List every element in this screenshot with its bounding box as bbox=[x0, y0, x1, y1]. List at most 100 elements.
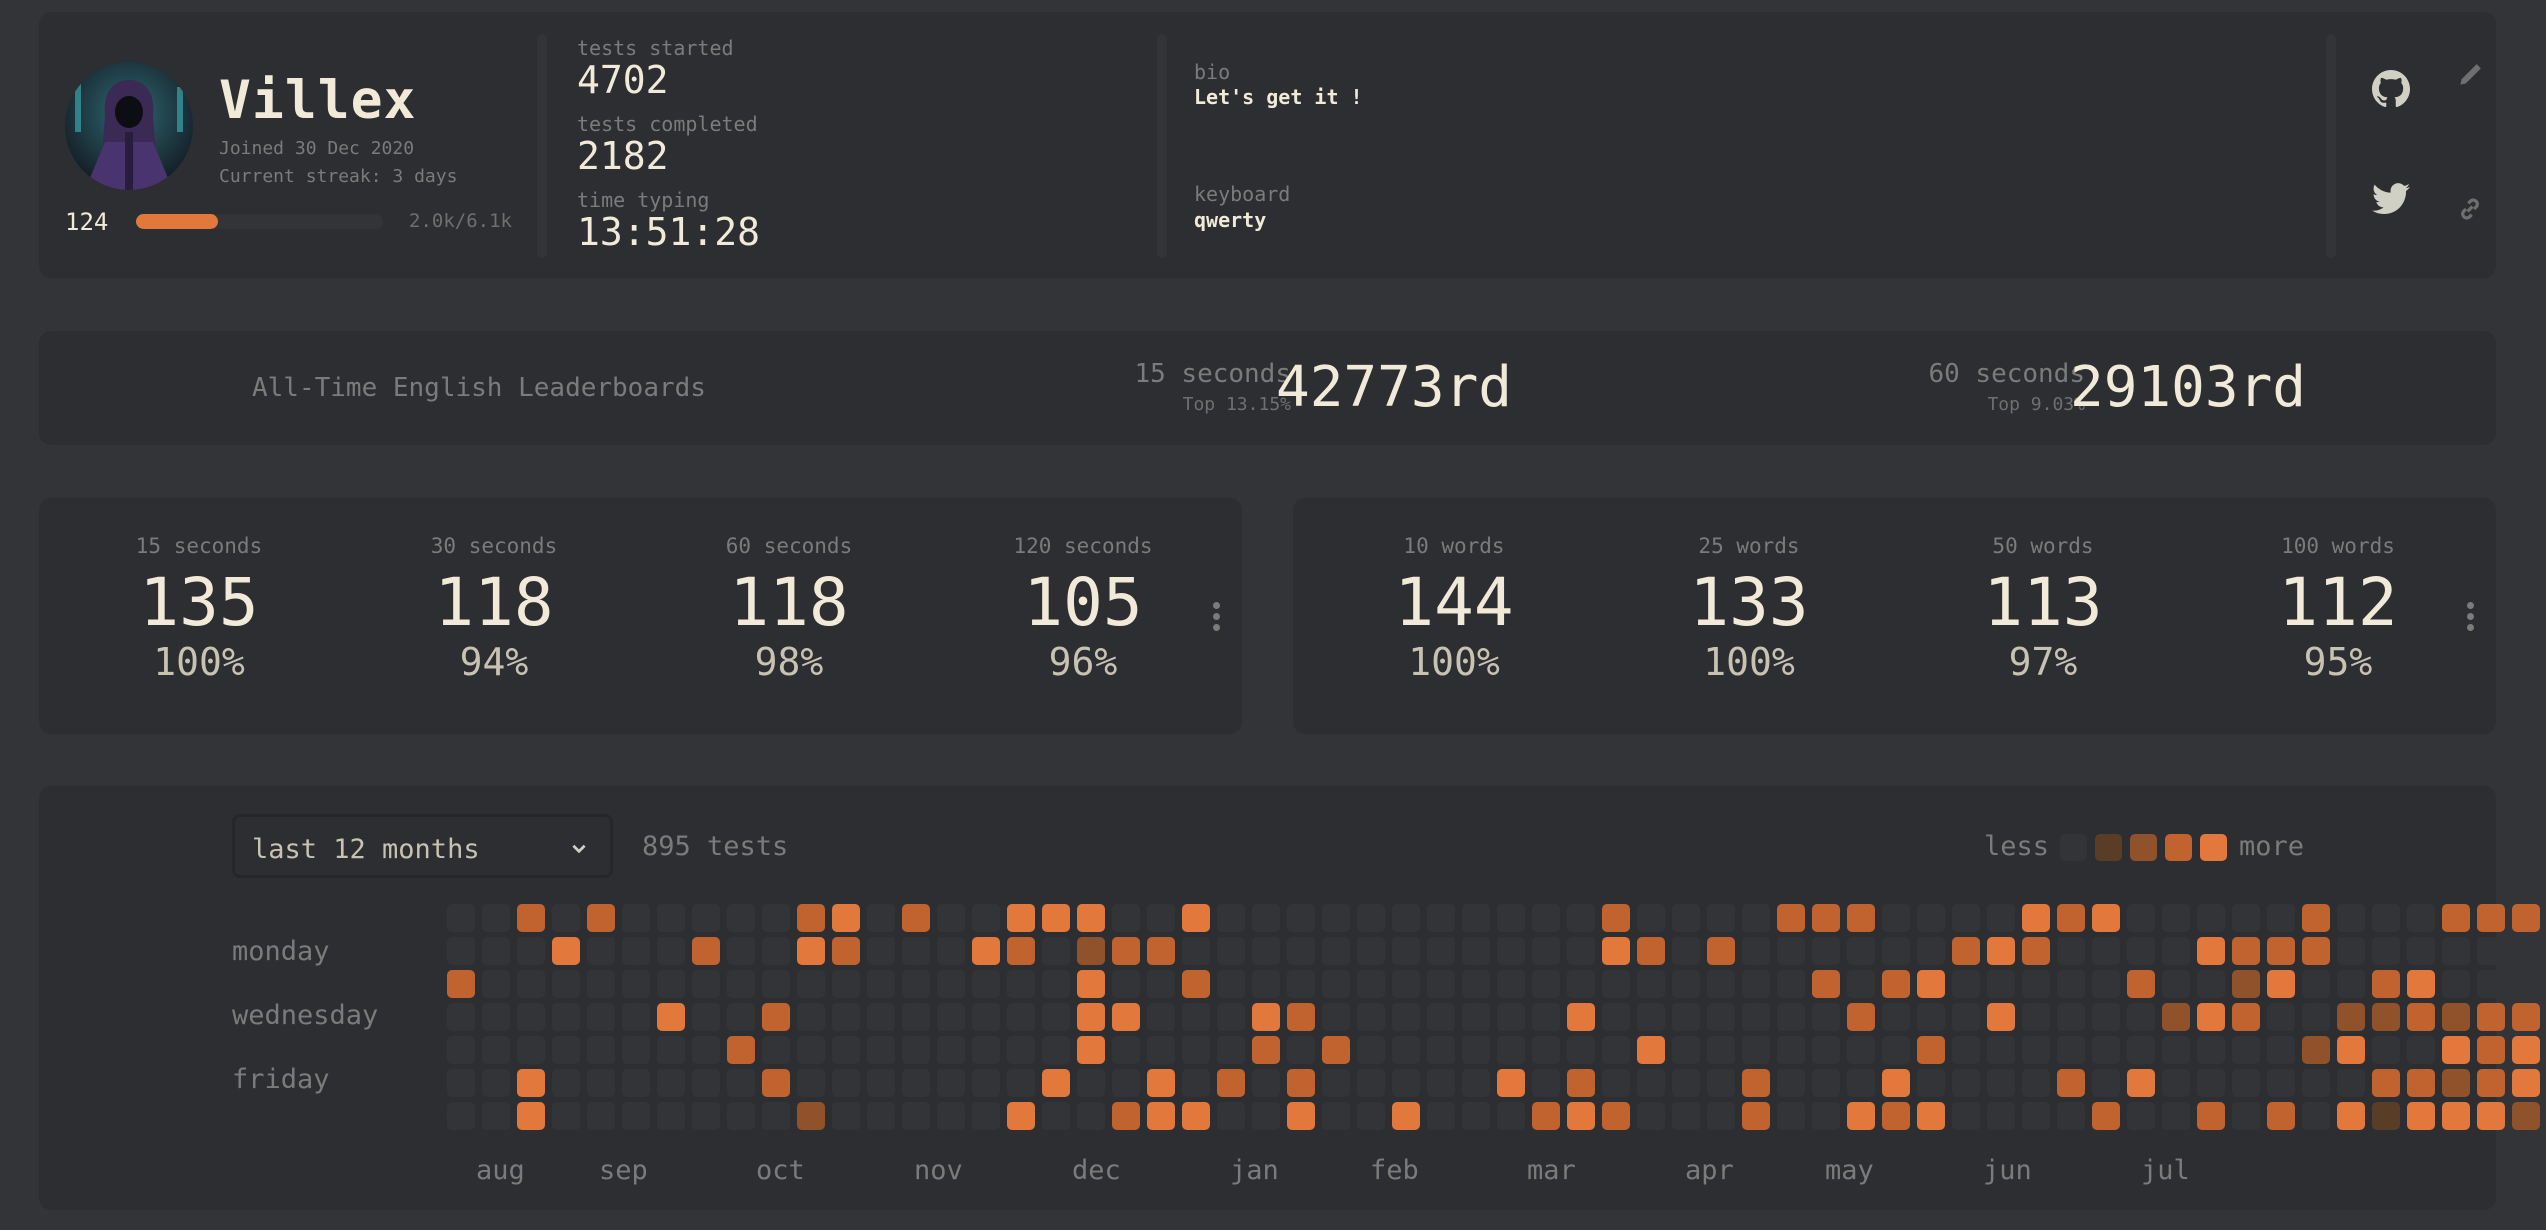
activity-cell[interactable] bbox=[2442, 1069, 2470, 1097]
activity-cell[interactable] bbox=[2127, 970, 2155, 998]
activity-cell[interactable] bbox=[937, 1036, 965, 1064]
activity-cell[interactable] bbox=[1322, 1069, 1350, 1097]
activity-cell[interactable] bbox=[622, 937, 650, 965]
activity-cell[interactable] bbox=[1007, 1102, 1035, 1130]
activity-cell[interactable] bbox=[1602, 970, 1630, 998]
activity-cell[interactable] bbox=[1287, 937, 1315, 965]
activity-cell[interactable] bbox=[1777, 904, 1805, 932]
activity-cell[interactable] bbox=[2022, 937, 2050, 965]
activity-cell[interactable] bbox=[867, 1036, 895, 1064]
activity-cell[interactable] bbox=[1707, 904, 1735, 932]
activity-cell[interactable] bbox=[1287, 1102, 1315, 1130]
activity-cell[interactable] bbox=[1847, 937, 1875, 965]
pb-item[interactable]: 50 words 113 97% bbox=[1933, 534, 2153, 684]
activity-cell[interactable] bbox=[2302, 1036, 2330, 1064]
activity-cell[interactable] bbox=[1812, 1069, 1840, 1097]
activity-cell[interactable] bbox=[727, 1102, 755, 1130]
activity-cell[interactable] bbox=[1917, 1102, 1945, 1130]
activity-cell[interactable] bbox=[832, 1069, 860, 1097]
activity-cell[interactable] bbox=[1182, 904, 1210, 932]
activity-cell[interactable] bbox=[2372, 904, 2400, 932]
activity-cell[interactable] bbox=[1112, 970, 1140, 998]
activity-cell[interactable] bbox=[1077, 1003, 1105, 1031]
activity-cell[interactable] bbox=[1287, 1003, 1315, 1031]
activity-cell[interactable] bbox=[1742, 1003, 1770, 1031]
activity-cell[interactable] bbox=[1532, 1102, 1560, 1130]
activity-cell[interactable] bbox=[762, 1036, 790, 1064]
activity-cell[interactable] bbox=[1882, 1069, 1910, 1097]
activity-cell[interactable] bbox=[972, 937, 1000, 965]
activity-cell[interactable] bbox=[2267, 1069, 2295, 1097]
activity-cell[interactable] bbox=[1392, 1069, 1420, 1097]
activity-cell[interactable] bbox=[2302, 970, 2330, 998]
more-options-icon[interactable] bbox=[2467, 602, 2475, 635]
activity-cell[interactable] bbox=[1112, 1036, 1140, 1064]
activity-cell[interactable] bbox=[517, 1102, 545, 1130]
activity-cell[interactable] bbox=[2092, 904, 2120, 932]
activity-cell[interactable] bbox=[1707, 1069, 1735, 1097]
activity-cell[interactable] bbox=[2267, 904, 2295, 932]
activity-cell[interactable] bbox=[1602, 937, 1630, 965]
activity-cell[interactable] bbox=[622, 1069, 650, 1097]
activity-cell[interactable] bbox=[1462, 904, 1490, 932]
activity-cell[interactable] bbox=[482, 1036, 510, 1064]
activity-cell[interactable] bbox=[2477, 904, 2505, 932]
activity-cell[interactable] bbox=[1252, 1036, 1280, 1064]
activity-cell[interactable] bbox=[2407, 970, 2435, 998]
activity-cell[interactable] bbox=[622, 970, 650, 998]
activity-cell[interactable] bbox=[937, 937, 965, 965]
activity-cell[interactable] bbox=[482, 937, 510, 965]
activity-cell[interactable] bbox=[797, 1102, 825, 1130]
activity-cell[interactable] bbox=[1077, 970, 1105, 998]
activity-cell[interactable] bbox=[587, 1036, 615, 1064]
activity-cell[interactable] bbox=[552, 1102, 580, 1130]
activity-cell[interactable] bbox=[2057, 1036, 2085, 1064]
pb-item[interactable]: 120 seconds 105 96% bbox=[973, 534, 1193, 684]
activity-cell[interactable] bbox=[1147, 1102, 1175, 1130]
activity-cell[interactable] bbox=[2197, 1069, 2225, 1097]
activity-cell[interactable] bbox=[762, 1003, 790, 1031]
activity-cell[interactable] bbox=[1182, 1036, 1210, 1064]
activity-cell[interactable] bbox=[1287, 970, 1315, 998]
activity-cell[interactable] bbox=[1392, 1036, 1420, 1064]
activity-cell[interactable] bbox=[1637, 1102, 1665, 1130]
activity-cell[interactable] bbox=[797, 904, 825, 932]
activity-cell[interactable] bbox=[1427, 1069, 1455, 1097]
activity-cell[interactable] bbox=[1917, 1069, 1945, 1097]
activity-cell[interactable] bbox=[762, 1102, 790, 1130]
activity-cell[interactable] bbox=[1287, 1036, 1315, 1064]
activity-cell[interactable] bbox=[2512, 1069, 2540, 1097]
activity-cell[interactable] bbox=[2267, 937, 2295, 965]
activity-cell[interactable] bbox=[1742, 1036, 1770, 1064]
activity-cell[interactable] bbox=[867, 904, 895, 932]
activity-cell[interactable] bbox=[937, 970, 965, 998]
activity-cell[interactable] bbox=[1497, 1036, 1525, 1064]
activity-cell[interactable] bbox=[482, 970, 510, 998]
activity-cell[interactable] bbox=[1707, 1102, 1735, 1130]
activity-cell[interactable] bbox=[692, 1102, 720, 1130]
activity-cell[interactable] bbox=[1077, 1102, 1105, 1130]
activity-cell[interactable] bbox=[1112, 937, 1140, 965]
activity-cell[interactable] bbox=[2372, 970, 2400, 998]
activity-cell[interactable] bbox=[2022, 970, 2050, 998]
activity-cell[interactable] bbox=[2407, 1102, 2435, 1130]
activity-cell[interactable] bbox=[1812, 937, 1840, 965]
activity-cell[interactable] bbox=[937, 1069, 965, 1097]
activity-cell[interactable] bbox=[832, 937, 860, 965]
activity-cell[interactable] bbox=[902, 1036, 930, 1064]
pb-item[interactable]: 60 seconds 118 98% bbox=[679, 534, 899, 684]
activity-cell[interactable] bbox=[1637, 904, 1665, 932]
activity-cell[interactable] bbox=[587, 937, 615, 965]
activity-cell[interactable] bbox=[1042, 970, 1070, 998]
activity-cell[interactable] bbox=[517, 937, 545, 965]
activity-cell[interactable] bbox=[1987, 970, 2015, 998]
activity-cell[interactable] bbox=[1952, 970, 1980, 998]
activity-cell[interactable] bbox=[2407, 1069, 2435, 1097]
activity-cell[interactable] bbox=[762, 904, 790, 932]
activity-cell[interactable] bbox=[1742, 1069, 1770, 1097]
activity-cell[interactable] bbox=[1987, 937, 2015, 965]
activity-cell[interactable] bbox=[1847, 970, 1875, 998]
activity-cell[interactable] bbox=[2092, 1036, 2120, 1064]
activity-cell[interactable] bbox=[1217, 904, 1245, 932]
activity-cell[interactable] bbox=[937, 1003, 965, 1031]
